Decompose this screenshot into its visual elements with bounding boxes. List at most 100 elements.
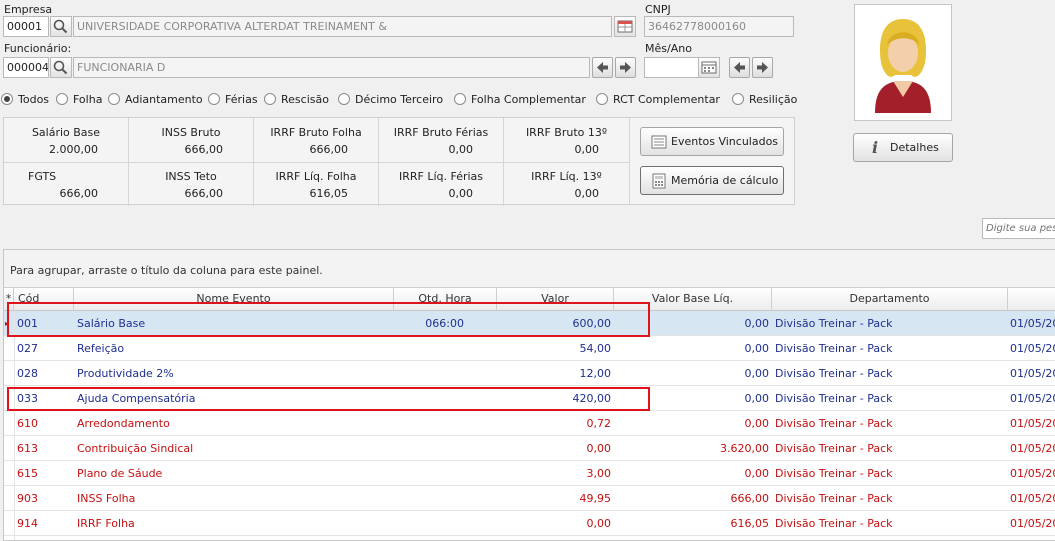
summary-title: IRRF Bruto 13º [525, 126, 608, 139]
filter-folha-complementar[interactable]: Folha Complementar [454, 92, 586, 108]
cell-qtd [394, 511, 464, 536]
table-row[interactable]: 610 Arredondamento 0,72 0,00 Divisão Treinar… [4, 411, 1055, 436]
cnpj-label: CNPJ [645, 3, 671, 16]
cell-dep: Divisão Treinar - Pack [775, 342, 893, 355]
summary-title: IRRF Líq. 13º [531, 170, 602, 183]
summary-cell: IRRF Bruto Férias 0,00 [379, 118, 504, 162]
filter-label: Todos [18, 93, 50, 106]
employee-photo [854, 4, 952, 121]
prev-month-button[interactable] [729, 57, 750, 78]
cell-dep: Divisão Treinar - Pack [775, 367, 893, 380]
group-by-panel[interactable]: Para agrupar, arraste o título da coluna… [4, 250, 1055, 288]
filter-todos[interactable]: Todos [1, 92, 49, 108]
cell-base: 0,00 [744, 467, 770, 480]
empresa-search-button[interactable] [50, 16, 72, 37]
table-row[interactable]: 903 INSS Folha 49,95 666,00 Divisão Treinar … [4, 486, 1055, 511]
filter-label: Férias [225, 93, 258, 106]
filter-radio-group: Todos Folha Adiantamento Férias Rescisão… [0, 92, 820, 108]
filter-label: Décimo Terceiro [355, 93, 444, 106]
cell-data: 01/05/20 [1010, 342, 1055, 355]
memoria-calculo-button[interactable]: Memória de cálculo [640, 166, 784, 195]
cell-dep: Divisão Treinar - Pack [775, 317, 893, 330]
table-row[interactable]: 028 Produtividade 2% 12,00 0,00 Divisão Trei… [4, 361, 1055, 386]
arrow-right-icon [620, 62, 631, 73]
summary-cell: IRRF Líq. 13º 0,00 [504, 162, 629, 206]
cell-data: 01/05/20 [1010, 392, 1055, 405]
filter-label: Folha Complementar [471, 93, 586, 106]
filter-label: Folha [73, 93, 103, 106]
summary-cell: INSS Teto 666,00 [129, 162, 254, 206]
cell-data: 01/05/20 [1010, 442, 1055, 455]
cell-base: 0,00 [744, 342, 770, 355]
info-icon: i [872, 138, 879, 157]
memoria-calculo-label: Memória de cálculo [671, 174, 779, 187]
group-hint-text: Para agrupar, arraste o título da coluna… [10, 264, 323, 277]
cell-nome: Plano de Sáude [77, 467, 163, 480]
summary-value: 666,00 [309, 143, 349, 156]
cell-qtd [394, 411, 464, 436]
radio-dot [208, 93, 220, 105]
cell-qtd [394, 486, 464, 511]
mes-ano-field[interactable] [644, 57, 699, 78]
cell-valor: 0,00 [586, 517, 612, 530]
cell-data: 01/05/20 [1010, 492, 1055, 505]
radio-dot [732, 93, 744, 105]
cell-valor: 0,00 [586, 442, 612, 455]
next-employee-button[interactable] [615, 57, 636, 78]
filter-rescisao[interactable]: Rescisão [264, 92, 329, 108]
cell-nome: Contribuição Sindical [77, 442, 194, 455]
table-row[interactable]: 914 IRRF Folha 0,00 616,05 Divisão Treinar -… [4, 511, 1055, 536]
radio-dot [1, 93, 13, 105]
eventos-vinculados-button[interactable]: Eventos Vinculados [640, 127, 784, 156]
divider [4, 162, 629, 163]
summary-title: INSS Teto [165, 170, 217, 183]
cell-qtd [394, 436, 464, 461]
prev-employee-button[interactable] [592, 57, 613, 78]
table-row[interactable]: 615 Plano de Sáude 3,00 0,00 Divisão Treinar… [4, 461, 1055, 486]
filter-label: Adiantamento [125, 93, 203, 106]
highlight-box [7, 302, 650, 337]
cell-cod: 028 [17, 367, 38, 380]
cell-cod: 615 [17, 467, 38, 480]
cell-valor: 54,00 [579, 342, 612, 355]
filter-ferias[interactable]: Férias [208, 92, 258, 108]
mes-ano-calendar-button[interactable] [698, 57, 720, 78]
cell-base: 0,00 [744, 417, 770, 430]
radio-dot [108, 93, 120, 105]
summary-cell: IRRF Bruto 13º 0,00 [504, 118, 629, 162]
radio-dot [264, 93, 276, 105]
arrow-left-icon [597, 62, 608, 73]
summary-value: 666,00 [184, 187, 224, 200]
empresa-calendar-button[interactable] [614, 16, 636, 37]
summary-value: 666,00 [184, 143, 224, 156]
cnpj-field: 36462778000160 [644, 16, 794, 37]
grid-search-input[interactable] [982, 218, 1055, 239]
cell-nome: Arredondamento [77, 417, 170, 430]
next-month-button[interactable] [752, 57, 773, 78]
table-row[interactable]: 613 Contribuição Sindical 0,00 3.620,00 Divi… [4, 436, 1055, 461]
empresa-code-field[interactable]: 00001 [3, 16, 49, 37]
summary-title: INSS Bruto [161, 126, 221, 139]
cell-base: 666,00 [730, 492, 770, 505]
filter-resilicao[interactable]: Resilição [732, 92, 797, 108]
col-departamento[interactable]: Departamento [772, 288, 1008, 311]
summary-cell: FGTS 666,00 [4, 162, 129, 206]
funcionario-search-button[interactable] [50, 57, 72, 78]
cell-valor: 12,00 [579, 367, 612, 380]
funcionario-name-field: FUNCIONARIA D [73, 57, 590, 78]
filter-decimo-terceiro[interactable]: Décimo Terceiro [338, 92, 443, 108]
filter-folha[interactable]: Folha [56, 92, 102, 108]
funcionario-code-field[interactable]: 000004 [3, 57, 49, 78]
eventos-vinculados-label: Eventos Vinculados [671, 135, 779, 148]
calendar-icon [701, 61, 717, 74]
summary-title: IRRF Líq. Folha [275, 170, 357, 183]
detalhes-button[interactable]: i Detalhes [853, 133, 953, 162]
col-data[interactable] [1008, 288, 1055, 311]
summary-cell: IRRF Bruto Folha 666,00 [254, 118, 379, 162]
cell-base: 3.620,00 [720, 442, 769, 455]
summary-value: 0,00 [574, 143, 600, 156]
filter-rct-complementar[interactable]: RCT Complementar [596, 92, 720, 108]
funcionario-label: Funcionário: [4, 42, 72, 55]
filter-adiantamento[interactable]: Adiantamento [108, 92, 203, 108]
table-row[interactable]: 027 Refeição 54,00 0,00 Divisão Treinar - Pa… [4, 336, 1055, 361]
